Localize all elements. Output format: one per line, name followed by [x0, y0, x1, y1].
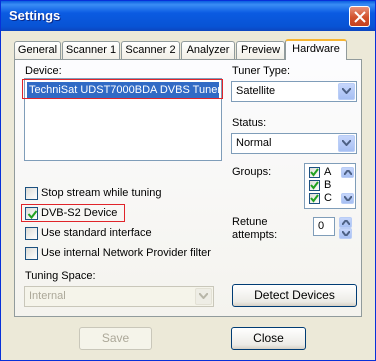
group-a-label: A	[324, 166, 332, 178]
checkmark-icon	[310, 194, 319, 203]
groups-label: Groups:	[232, 166, 272, 178]
status-label: Status:	[232, 117, 267, 129]
tab-hardware[interactable]: Hardware	[285, 39, 347, 60]
tab-preview[interactable]: Preview	[236, 41, 285, 59]
tab-analyzer[interactable]: Analyzer	[181, 41, 235, 59]
dvb-s2-highlight-box	[21, 204, 125, 222]
close-window-button[interactable]	[349, 6, 370, 27]
status-select[interactable]: Normal	[231, 133, 357, 154]
group-item-a[interactable]: A	[309, 166, 331, 180]
close-button[interactable]: Close	[231, 327, 306, 350]
tab-scanner-1[interactable]: Scanner 1	[62, 41, 120, 59]
groups-scroll-down-button[interactable]	[341, 193, 354, 204]
window-title: Settings	[9, 8, 61, 23]
chevron-down-icon	[342, 88, 351, 94]
tuning-space-select[interactable]: Internal	[24, 286, 214, 307]
chevron-down-icon	[342, 231, 350, 236]
tuning-space-value: Internal	[29, 290, 66, 302]
group-b-checkbox[interactable]	[309, 180, 320, 191]
retune-label-line2: attempts:	[232, 229, 278, 241]
group-b-label: B	[324, 179, 332, 191]
tuner-type-dropdown-button[interactable]	[338, 83, 355, 100]
settings-window: Settings General Scanner 1 Scanner 2 Ana…	[0, 0, 376, 361]
group-c-checkbox[interactable]	[309, 193, 320, 204]
checkmark-icon	[310, 168, 319, 177]
title-bar[interactable]: Settings	[1, 1, 375, 31]
stop-stream-label[interactable]: Stop stream while tuning	[41, 187, 161, 199]
chevron-down-icon	[199, 293, 208, 299]
device-label: Device:	[25, 65, 62, 77]
network-provider-label[interactable]: Use internal Network Provider filter	[41, 247, 211, 259]
retune-up-button[interactable]	[339, 217, 352, 228]
status-dropdown-button[interactable]	[338, 135, 355, 152]
chevron-up-icon	[344, 170, 352, 175]
standard-interface-checkbox[interactable]	[25, 227, 38, 240]
group-c-label: C	[324, 192, 332, 204]
status-value: Normal	[236, 137, 272, 149]
network-provider-checkbox[interactable]	[25, 247, 38, 260]
stop-stream-checkbox[interactable]	[25, 187, 38, 200]
tuning-space-label: Tuning Space:	[25, 270, 96, 282]
tab-general[interactable]: General	[14, 41, 61, 59]
detect-devices-button[interactable]: Detect Devices	[232, 284, 357, 307]
tuner-type-select[interactable]: Satellite	[231, 81, 357, 102]
tab-scanner-2[interactable]: Scanner 2	[121, 41, 180, 59]
chevron-down-icon	[344, 196, 352, 201]
groups-scroll-up-button[interactable]	[341, 167, 354, 178]
retune-down-button[interactable]	[339, 228, 352, 239]
chevron-up-icon	[342, 220, 350, 225]
tab-strip: General Scanner 1 Scanner 2 Analyzer Pre…	[14, 39, 354, 60]
tuner-type-label: Tuner Type:	[232, 65, 291, 77]
tuning-space-dropdown-button[interactable]	[195, 288, 212, 305]
groups-list[interactable]: A B C	[304, 163, 356, 209]
retune-attempts-input[interactable]: 0	[313, 217, 335, 236]
group-item-c[interactable]: C	[309, 192, 332, 206]
device-highlight-box	[22, 79, 223, 99]
group-item-b[interactable]: B	[309, 179, 331, 193]
close-icon	[354, 11, 366, 23]
group-a-checkbox[interactable]	[309, 167, 320, 178]
standard-interface-label[interactable]: Use standard interface	[41, 227, 152, 239]
checkmark-icon	[310, 181, 319, 190]
tuner-type-value: Satellite	[236, 85, 276, 97]
chevron-down-icon	[342, 140, 351, 146]
retune-label-line1: Retune	[232, 216, 268, 228]
retune-attempts-value: 0	[318, 220, 325, 232]
save-button[interactable]: Save	[79, 327, 152, 350]
